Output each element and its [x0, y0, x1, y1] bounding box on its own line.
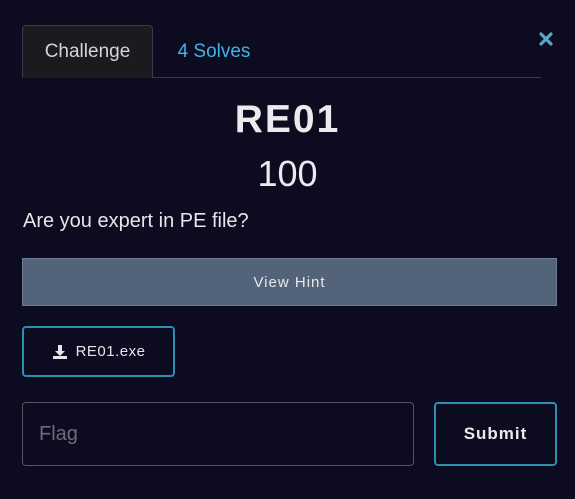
download-icon [52, 344, 67, 359]
challenge-modal: Challenge 4 Solves RE01 100 Are you expe… [0, 0, 575, 499]
file-name: RE01.exe [75, 343, 146, 360]
view-hint-label: View Hint [253, 273, 326, 291]
challenge-description: Are you expert in PE file? [23, 210, 249, 232]
challenge-points: 100 [257, 153, 318, 194]
flag-input[interactable] [22, 402, 414, 466]
challenge-title: RE01 [234, 98, 341, 141]
submit-button[interactable]: Submit [434, 402, 557, 466]
view-hint-button[interactable]: View Hint [22, 258, 557, 306]
challenge-tabs: Challenge 4 Solves [22, 25, 541, 78]
tab-challenge[interactable]: Challenge [22, 25, 153, 78]
download-file-button[interactable]: RE01.exe [22, 326, 175, 377]
tab-solves[interactable]: 4 Solves [153, 26, 275, 77]
close-icon [539, 32, 553, 46]
close-button[interactable] [539, 26, 559, 50]
